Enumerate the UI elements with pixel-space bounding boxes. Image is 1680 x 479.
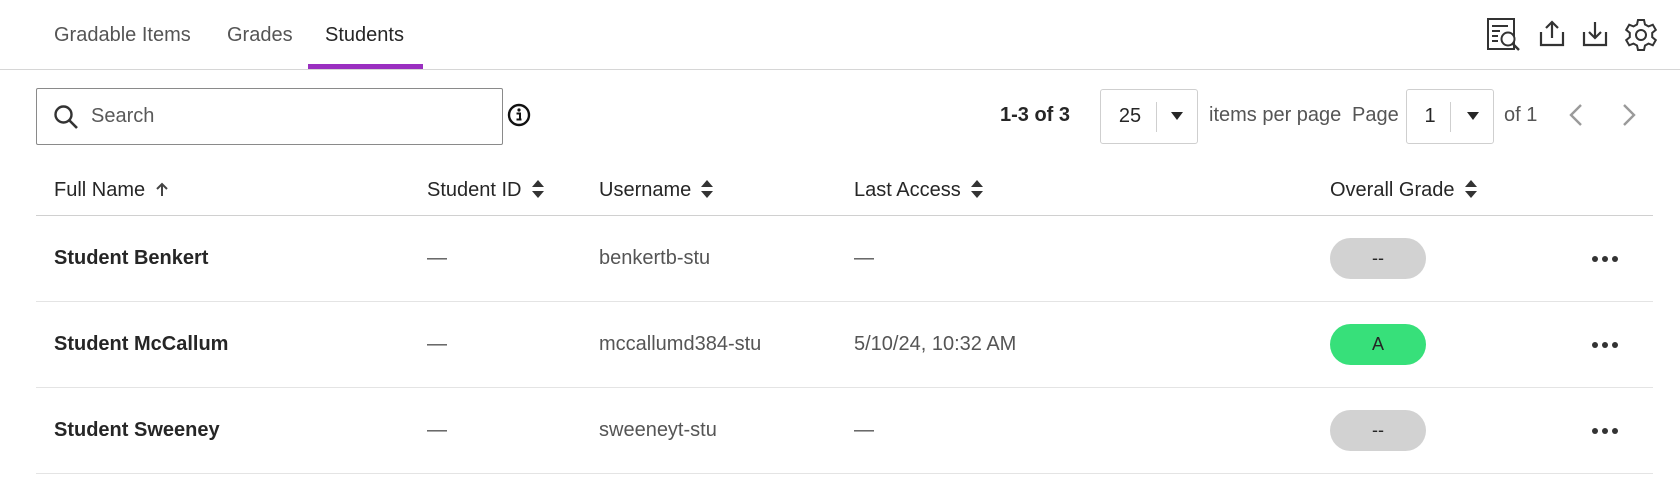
- previous-page-button[interactable]: [1561, 99, 1593, 131]
- last-access: —: [854, 247, 874, 269]
- items-per-page-select[interactable]: 25: [1100, 89, 1198, 144]
- tab-gradable-items[interactable]: Gradable Items: [54, 0, 191, 70]
- sort-icon: [701, 179, 714, 198]
- table-row: Student Sweeney — sweeneyt-stu — --: [36, 388, 1653, 474]
- table-header: Full Name Student ID Username Last Acces…: [36, 172, 1653, 216]
- select-divider: [1156, 102, 1157, 132]
- grade-search-button[interactable]: [1484, 14, 1524, 54]
- chevron-left-icon: [1569, 104, 1582, 126]
- select-divider: [1450, 102, 1451, 132]
- chevron-down-icon: [1171, 112, 1183, 120]
- items-per-page-value: 25: [1118, 105, 1142, 127]
- overall-grade-pill[interactable]: --: [1330, 238, 1426, 279]
- grade-search-icon: [1487, 18, 1520, 51]
- student-id: —: [427, 419, 447, 441]
- student-id: —: [427, 333, 447, 355]
- sort-icon: [1464, 179, 1477, 198]
- toolbar: [1484, 14, 1664, 54]
- last-access: 5/10/24, 10:32 AM: [854, 333, 1017, 355]
- column-label: Full Name: [54, 179, 146, 201]
- search-field[interactable]: [36, 88, 503, 145]
- column-label: Last Access: [854, 179, 961, 201]
- info-icon[interactable]: [507, 103, 531, 127]
- column-label: Overall Grade: [1330, 179, 1455, 201]
- student-name[interactable]: Student McCallum: [54, 302, 228, 387]
- settings-button[interactable]: [1621, 14, 1661, 54]
- overall-grade-pill[interactable]: --: [1330, 410, 1426, 451]
- download-button[interactable]: [1575, 14, 1615, 54]
- total-pages-label: of 1: [1504, 104, 1538, 126]
- tab-bar: Gradable Items Grades Students: [0, 0, 1680, 70]
- column-header-username[interactable]: Username: [599, 172, 714, 214]
- search-input[interactable]: [91, 97, 491, 136]
- student-id: —: [427, 247, 447, 269]
- table-row: Student Benkert — benkertb-stu — --: [36, 216, 1653, 302]
- sort-icon: [970, 179, 983, 198]
- username: benkertb-stu: [599, 247, 711, 269]
- column-label: Username: [599, 179, 692, 201]
- current-page-value: 1: [1424, 105, 1436, 127]
- sort-icon: [531, 179, 544, 198]
- results-range: 1-3 of 3: [1000, 104, 1071, 126]
- overall-grade-pill[interactable]: A: [1330, 324, 1426, 365]
- page-label: Page: [1352, 104, 1399, 126]
- chevron-right-icon: [1623, 104, 1636, 126]
- items-per-page-label: items per page: [1209, 104, 1342, 126]
- column-label: Student ID: [427, 179, 522, 201]
- more-options-button[interactable]: [1588, 331, 1622, 359]
- student-name[interactable]: Student Benkert: [54, 216, 208, 301]
- settings-gear-icon: [1624, 19, 1658, 51]
- chevron-down-icon: [1467, 112, 1479, 120]
- tab-grades[interactable]: Grades: [227, 0, 293, 70]
- more-options-button[interactable]: [1588, 245, 1622, 273]
- username: sweeneyt-stu: [599, 419, 717, 441]
- search-icon: [54, 105, 78, 129]
- table-row: Student McCallum — mccallumd384-stu 5/10…: [36, 302, 1653, 388]
- column-header-full-name[interactable]: Full Name: [54, 172, 169, 214]
- sort-ascending-icon: [156, 182, 168, 196]
- page-select[interactable]: 1: [1406, 89, 1494, 144]
- upload-button[interactable]: [1532, 14, 1572, 54]
- username: mccallumd384-stu: [599, 333, 762, 355]
- download-icon: [1582, 22, 1608, 47]
- column-header-overall-grade[interactable]: Overall Grade: [1330, 172, 1477, 214]
- active-tab-indicator: [308, 64, 423, 69]
- column-header-last-access[interactable]: Last Access: [854, 172, 983, 214]
- last-access: —: [854, 419, 874, 441]
- upload-icon: [1539, 20, 1565, 47]
- more-options-button[interactable]: [1588, 417, 1622, 445]
- next-page-button[interactable]: [1612, 99, 1644, 131]
- student-name[interactable]: Student Sweeney: [54, 388, 220, 473]
- column-header-student-id[interactable]: Student ID: [427, 172, 544, 214]
- tab-students[interactable]: Students: [325, 0, 404, 70]
